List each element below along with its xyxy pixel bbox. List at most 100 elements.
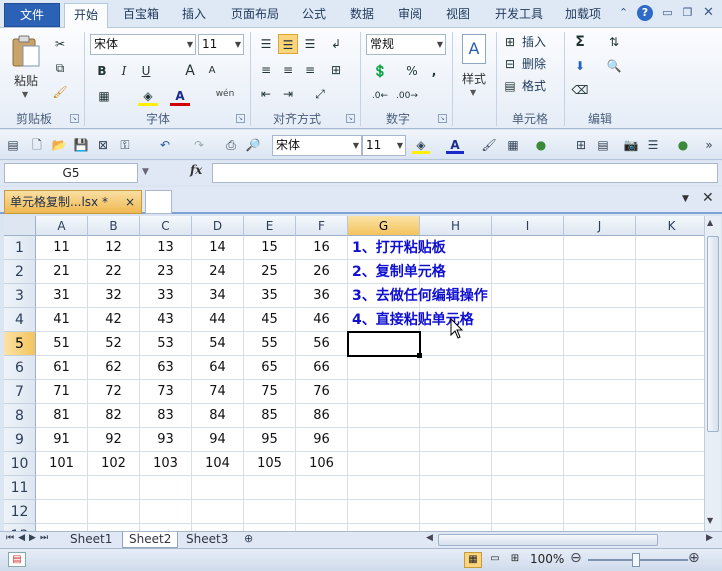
column-header-e[interactable]: E — [244, 216, 296, 236]
select-all-corner[interactable] — [4, 216, 36, 236]
column-header-d[interactable]: D — [192, 216, 244, 236]
alignment-launcher-icon[interactable]: ↘ — [346, 114, 355, 123]
toolbar-format-painter-icon[interactable]: 🖌 — [480, 136, 498, 154]
formula-input[interactable] — [212, 163, 718, 183]
cell-b3[interactable]: 32 — [88, 284, 140, 308]
cell-k2[interactable] — [636, 260, 704, 284]
delete-cells-button[interactable]: 删除 — [522, 55, 546, 73]
cell-j12[interactable] — [564, 500, 636, 524]
cell-c3[interactable]: 33 — [140, 284, 192, 308]
cell-c13[interactable] — [140, 524, 192, 531]
cell-b4[interactable]: 42 — [88, 308, 140, 332]
cell-k11[interactable] — [636, 476, 704, 500]
cell-g6[interactable] — [348, 356, 420, 380]
cell-d5[interactable]: 54 — [192, 332, 244, 356]
cell-j1[interactable] — [564, 236, 636, 260]
cell-e12[interactable] — [244, 500, 296, 524]
toolbar-table-icon[interactable]: ▤ — [594, 136, 612, 154]
tab-home[interactable]: 开始 — [64, 3, 108, 29]
cell-i9[interactable] — [492, 428, 564, 452]
format-cells-button[interactable]: 格式 — [522, 77, 546, 95]
toolbar-lines-icon[interactable]: ☰ — [644, 136, 662, 154]
autosum-button[interactable]: Σ — [570, 32, 590, 52]
cell-i5[interactable] — [492, 332, 564, 356]
insert-cells-icon[interactable]: ⊞ — [500, 32, 520, 52]
cell-a4[interactable]: 41 — [36, 308, 88, 332]
sheet-tab-1[interactable]: Sheet1 — [64, 532, 118, 548]
cell-i13[interactable] — [492, 524, 564, 531]
fill-handle[interactable] — [417, 353, 422, 358]
paste-button[interactable]: 粘贴 ▼ — [6, 32, 46, 102]
cell-a10[interactable]: 101 — [36, 452, 88, 476]
permission-icon[interactable]: ⚿ — [116, 136, 134, 154]
namebox-dropdown-icon[interactable]: ▼ — [142, 167, 149, 177]
align-left-icon[interactable]: ≡ — [256, 60, 276, 80]
cell-i4[interactable] — [492, 308, 564, 332]
cell-e13[interactable] — [244, 524, 296, 531]
open-folder-icon[interactable]: 📂 — [50, 136, 68, 154]
row-header-1[interactable]: 1 — [4, 236, 36, 260]
cell-f4[interactable]: 46 — [296, 308, 348, 332]
bold-button[interactable]: B — [92, 61, 112, 81]
cell-j3[interactable] — [564, 284, 636, 308]
row-header-10[interactable]: 10 — [4, 452, 36, 476]
cell-f10[interactable]: 106 — [296, 452, 348, 476]
cell-i11[interactable] — [492, 476, 564, 500]
cell-f2[interactable]: 26 — [296, 260, 348, 284]
macro-record-icon[interactable]: ▤ — [8, 552, 26, 567]
row-header-12[interactable]: 12 — [4, 500, 36, 524]
new-document-tab[interactable] — [145, 190, 172, 214]
align-center-icon[interactable]: ≡ — [278, 60, 298, 80]
cell-d10[interactable]: 104 — [192, 452, 244, 476]
cell-a11[interactable] — [36, 476, 88, 500]
toolbar-ball-icon[interactable]: ● — [674, 136, 692, 154]
underline-button[interactable]: U — [136, 61, 156, 81]
cell-c11[interactable] — [140, 476, 192, 500]
fill-icon[interactable]: ⬇ — [570, 56, 590, 76]
orientation-icon[interactable]: ⤢ — [310, 84, 330, 104]
cell-d13[interactable] — [192, 524, 244, 531]
toolbar-font-combo[interactable]: 宋体 ▼ — [272, 135, 362, 156]
cell-i2[interactable] — [492, 260, 564, 284]
row-header-6[interactable]: 6 — [4, 356, 36, 380]
cell-c8[interactable]: 83 — [140, 404, 192, 428]
cell-d8[interactable]: 84 — [192, 404, 244, 428]
cell-a12[interactable] — [36, 500, 88, 524]
align-middle-icon[interactable]: ☰ — [278, 34, 298, 54]
cell-e5[interactable]: 55 — [244, 332, 296, 356]
decrease-indent-icon[interactable]: ⇤ — [256, 84, 276, 104]
row-header-7[interactable]: 7 — [4, 380, 36, 404]
horizontal-scroll-thumb[interactable] — [438, 534, 658, 546]
cell-d4[interactable]: 44 — [192, 308, 244, 332]
cell-e10[interactable]: 105 — [244, 452, 296, 476]
cell-k4[interactable] — [636, 308, 704, 332]
page-break-view-icon[interactable]: ⊞ — [506, 552, 524, 568]
row-header-2[interactable]: 2 — [4, 260, 36, 284]
paste-dropdown-icon[interactable]: ▼ — [22, 90, 28, 99]
decrease-decimal-icon[interactable]: .00→ — [396, 86, 418, 106]
cell-k10[interactable] — [636, 452, 704, 476]
column-header-a[interactable]: A — [36, 216, 88, 236]
cell-d6[interactable]: 64 — [192, 356, 244, 380]
increase-decimal-icon[interactable]: .0← — [370, 86, 390, 106]
page-layout-view-icon[interactable]: ▭ — [486, 552, 504, 568]
close-tab-icon[interactable]: × — [125, 191, 135, 213]
cell-f3[interactable]: 36 — [296, 284, 348, 308]
font-name-combo[interactable]: 宋体 ▼ — [90, 34, 196, 55]
clipboard-launcher-icon[interactable]: ↘ — [70, 114, 79, 123]
cell-a9[interactable]: 91 — [36, 428, 88, 452]
column-header-k[interactable]: K — [636, 216, 704, 236]
cell-a3[interactable]: 31 — [36, 284, 88, 308]
document-tab[interactable]: 单元格复制...lsx * × — [4, 190, 142, 214]
cell-e3[interactable]: 35 — [244, 284, 296, 308]
minimize-icon[interactable]: ▭ — [660, 6, 675, 21]
zoom-slider-thumb[interactable] — [632, 553, 640, 567]
column-header-i[interactable]: I — [492, 216, 564, 236]
cell-k12[interactable] — [636, 500, 704, 524]
cell-d9[interactable]: 94 — [192, 428, 244, 452]
ribbon-toggle-icon[interactable]: ▤ — [4, 136, 22, 154]
cell-h8[interactable] — [420, 404, 492, 428]
cell-a7[interactable]: 71 — [36, 380, 88, 404]
cell-g7[interactable] — [348, 380, 420, 404]
cell-i7[interactable] — [492, 380, 564, 404]
